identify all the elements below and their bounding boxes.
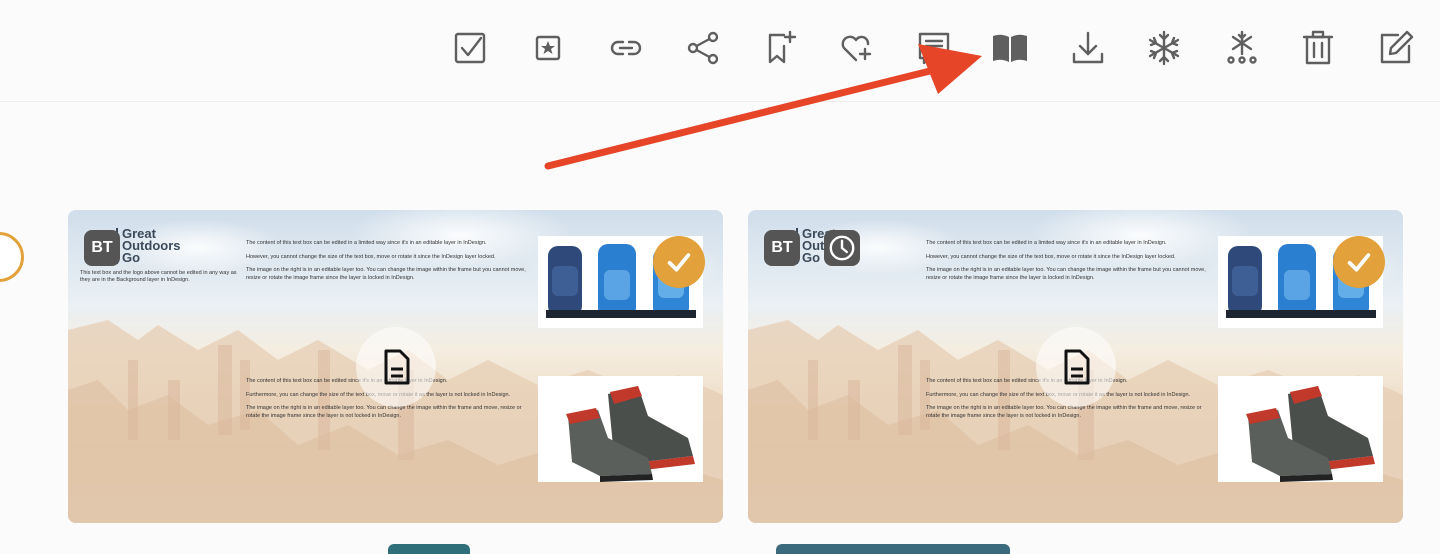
text-block-top: The content of this text box can be edit… <box>926 240 1206 281</box>
favorite-star-icon[interactable] <box>526 26 570 70</box>
logo-note: This text box and the logo above cannot … <box>80 270 237 283</box>
asset-thumbnail: Great Outdoors Go This text box and the … <box>68 210 723 523</box>
logo-text: Great Outdoors Go <box>116 227 181 264</box>
add-to-favorites-icon[interactable] <box>834 26 878 70</box>
selected-check-icon[interactable] <box>653 236 705 288</box>
selected-check-icon[interactable] <box>1333 236 1385 288</box>
asset-card[interactable]: Great Outdoors Go The content of this te… <box>748 210 1403 523</box>
user-avatar-badge: BT <box>84 230 120 266</box>
freeze-icon[interactable] <box>1142 26 1186 70</box>
document-icon <box>1035 326 1116 407</box>
download-icon[interactable] <box>1066 26 1110 70</box>
text-block-top: The content of this text box can be edit… <box>246 240 526 281</box>
document-icon <box>355 326 436 407</box>
next-row-thumbnail[interactable] <box>776 544 1010 554</box>
add-to-collection-icon[interactable] <box>758 26 802 70</box>
select-all-radio[interactable] <box>0 232 24 282</box>
open-book-icon[interactable] <box>988 26 1032 70</box>
share-icon[interactable] <box>682 26 726 70</box>
unfreeze-icon[interactable] <box>1220 26 1264 70</box>
delete-trash-icon[interactable] <box>1296 26 1340 70</box>
select-checkbox-icon[interactable] <box>448 26 492 70</box>
user-avatar-badge: BT <box>764 230 800 266</box>
next-row-thumbnail[interactable] <box>388 544 470 554</box>
edit-icon[interactable] <box>1374 26 1418 70</box>
link-icon[interactable] <box>604 26 648 70</box>
boots-image <box>538 376 703 482</box>
asset-toolbar <box>0 0 1440 102</box>
asset-card[interactable]: Great Outdoors Go This text box and the … <box>68 210 723 523</box>
boots-image <box>1218 376 1383 482</box>
details-list-icon[interactable] <box>912 26 956 70</box>
asset-thumbnail: Great Outdoors Go The content of this te… <box>748 210 1403 523</box>
clock-icon <box>824 230 860 266</box>
